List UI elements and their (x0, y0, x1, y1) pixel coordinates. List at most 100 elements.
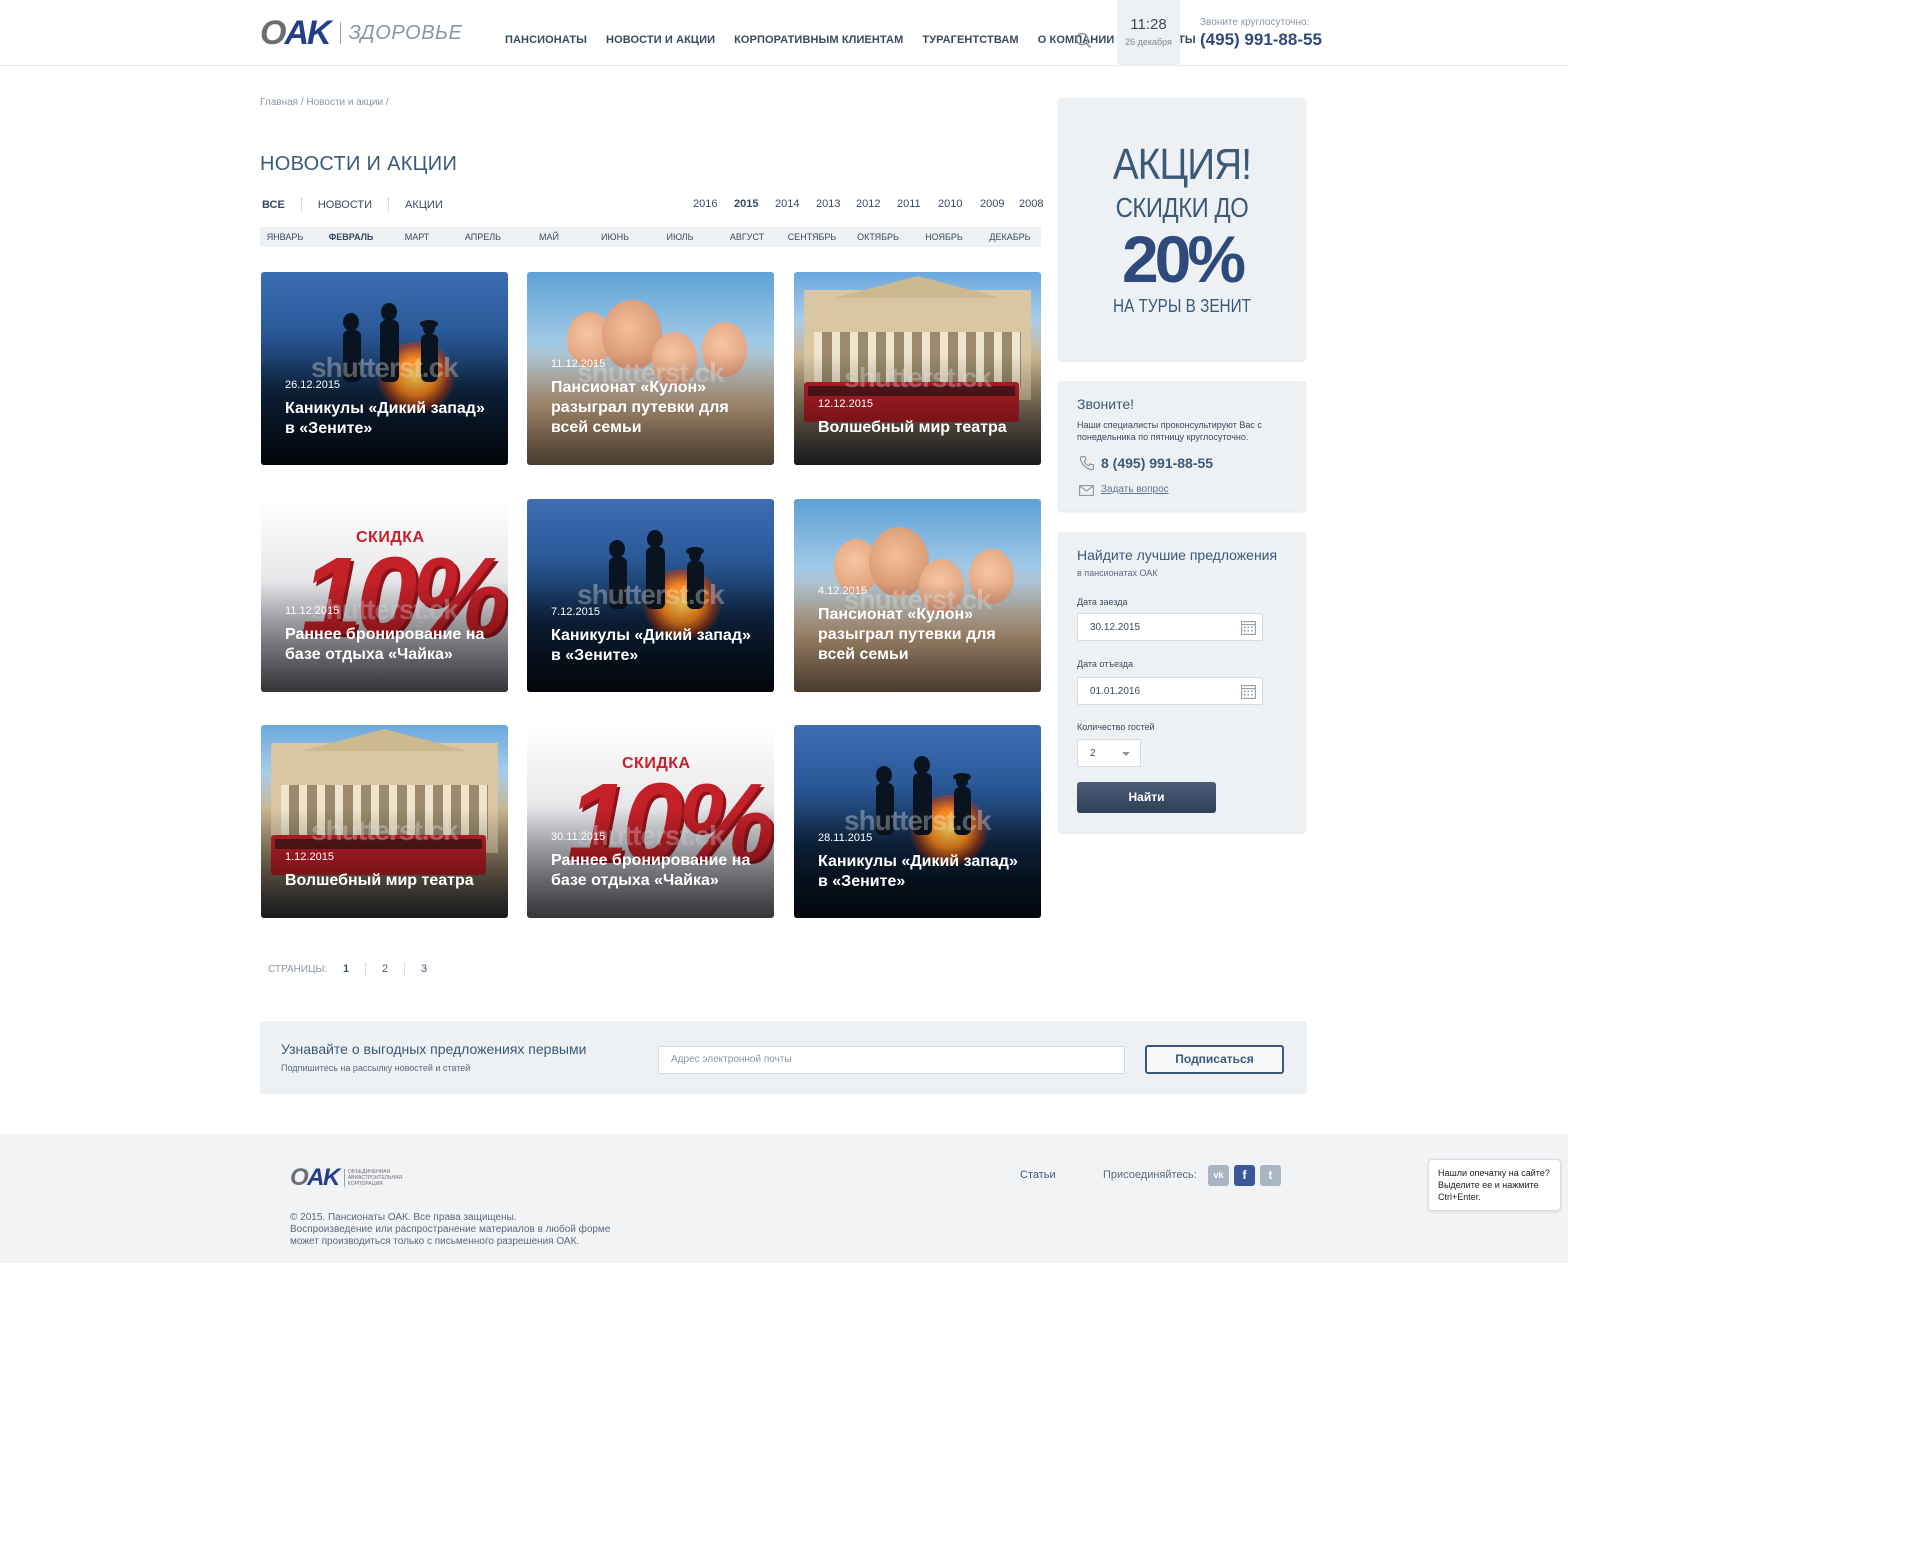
card-title: Каникулы «Дикий запад» в «Зените» (285, 400, 485, 437)
clock-time: 11:28 (1130, 16, 1167, 33)
card-date: 12.12.2015 (818, 398, 874, 410)
footer-logo[interactable]: OAK ОБЪЕДИНЕННАЯ АВИАСТРОИТЕЛЬНАЯ КОРПОРАЦ… (290, 1164, 402, 1192)
mail-icon (1079, 485, 1094, 496)
news-card[interactable]: shutterst.ck4.12.2015Пансионат «Кулон» р… (794, 499, 1041, 692)
nav-item-agencies[interactable]: ТУРАГЕНТСТВАМ (922, 34, 1018, 46)
year-2008[interactable]: 2008 (1019, 198, 1043, 210)
footer-articles-link[interactable]: Статьи (1020, 1169, 1056, 1181)
promo-line-2: СКИДКИ ДО (1115, 192, 1249, 223)
news-card[interactable]: shutterst.ck1.12.2015Волшебный мир театр… (261, 725, 508, 918)
search-icon[interactable] (1075, 32, 1092, 49)
finder-subtext: в пансионатах ОАК (1077, 568, 1158, 578)
nav-item-pansionaty[interactable]: ПАНСИОНАТЫ (505, 34, 587, 46)
subscribe-subtext: Подпишитесь на рассылку новостей и стате… (281, 1063, 471, 1073)
checkin-label: Дата заезда (1077, 597, 1128, 607)
filter-all[interactable]: ВСЕ (262, 199, 285, 211)
checkout-date-field[interactable]: 01.01.2016 (1077, 677, 1263, 705)
ask-question-link[interactable]: Задать вопрос (1101, 484, 1169, 495)
month-oct[interactable]: ОКТЯБРЬ (857, 232, 899, 242)
site-logo[interactable]: OAK ЗДОРОВЬЕ (260, 16, 462, 50)
card-date: 11.12.2015 (551, 358, 606, 370)
vk-icon[interactable]: vk (1208, 1165, 1229, 1186)
card-date: 30.11.2015 (551, 831, 606, 843)
year-2013[interactable]: 2013 (816, 198, 840, 210)
month-aug[interactable]: АВГУСТ (730, 232, 764, 242)
promo-line-4: НА ТУРЫ В ЗЕНИТ (1113, 296, 1251, 316)
page-3[interactable]: 3 (405, 963, 443, 975)
month-mar[interactable]: МАРТ (405, 232, 430, 242)
subscribe-heading: Узнавайте о выгодных предложениях первым… (281, 1041, 587, 1057)
filter-promos[interactable]: АКЦИИ (405, 199, 443, 211)
card-shade (794, 355, 1041, 465)
logo-mark: OAK (260, 14, 332, 52)
year-2010[interactable]: 2010 (938, 198, 962, 210)
year-2014[interactable]: 2014 (775, 198, 799, 210)
year-2009[interactable]: 2009 (980, 198, 1004, 210)
calendar-icon[interactable] (1241, 684, 1256, 699)
footer-join-label: Присоединяйтесь: (1103, 1169, 1197, 1181)
year-2011[interactable]: 2011 (897, 198, 921, 210)
find-button[interactable]: Найти (1077, 782, 1216, 813)
news-card[interactable]: shutterst.ck28.11.2015Каникулы «Дикий за… (794, 725, 1041, 918)
month-jun[interactable]: ИЮНЬ (601, 232, 629, 242)
twitter-icon[interactable]: t (1260, 1165, 1281, 1186)
card-title: Раннее бронирование на базе отдыха «Чайк… (285, 626, 485, 663)
callbox-text: Наши специалисты проконсультируют Вас с … (1077, 420, 1262, 442)
news-card[interactable]: СКИДКА10%shutterst.ck11.12.2015Раннее бр… (261, 499, 508, 692)
guests-select[interactable]: 2 (1077, 739, 1141, 767)
month-jan[interactable]: ЯНВАРЬ (267, 232, 304, 242)
news-card[interactable]: shutterst.ck11.12.2015Пансионат «Кулон» … (527, 272, 774, 465)
email-input[interactable]: Адрес электронной почты (658, 1046, 1125, 1074)
nav-item-corporate[interactable]: КОРПОРАТИВНЫМ КЛИЕНТАМ (734, 34, 903, 46)
card-title: Каникулы «Дикий запад» в «Зените» (818, 853, 1018, 890)
card-title: Пансионат «Кулон» разыграл путевки для в… (818, 606, 996, 663)
card-date: 11.12.2015 (285, 605, 340, 617)
nav-item-news[interactable]: НОВОСТИ И АКЦИИ (606, 34, 715, 46)
news-card[interactable]: shutterst.ck26.12.2015Каникулы «Дикий за… (261, 272, 508, 465)
card-date: 28.11.2015 (818, 832, 873, 844)
card-date: 7.12.2015 (551, 606, 600, 618)
year-2012[interactable]: 2012 (856, 198, 880, 210)
filter-divider (300, 198, 302, 212)
card-title: Пансионат «Кулон» разыграл путевки для в… (551, 379, 729, 436)
checkin-value: 30.12.2015 (1090, 622, 1141, 633)
callbox-phone[interactable]: 8 (495) 991-88-55 (1101, 455, 1213, 471)
guests-value: 2 (1090, 748, 1096, 759)
subscribe-button[interactable]: Подписаться (1145, 1045, 1284, 1074)
footer-copyright: © 2015. Пансионаты ОАК. Все права защище… (290, 1212, 611, 1247)
header-phone[interactable]: (495) 991-88-55 (1200, 30, 1322, 50)
search-offers-form: Найдите лучшие предложения в пансионатах… (1058, 532, 1306, 832)
filter-news[interactable]: НОВОСТИ (318, 199, 372, 211)
news-card[interactable]: СКИДКА10%shutterst.ck30.11.2015Раннее бр… (527, 725, 774, 918)
filter-divider (388, 198, 390, 212)
card-title: Каникулы «Дикий запад» в «Зените» (551, 627, 751, 664)
checkin-date-field[interactable]: 30.12.2015 (1077, 613, 1263, 641)
type-filter: ВСЕ НОВОСТИ АКЦИИ (262, 198, 443, 212)
month-apr[interactable]: АПРЕЛЬ (465, 232, 501, 242)
card-title: Волшебный мир театра (818, 419, 1007, 436)
month-may[interactable]: МАЙ (539, 232, 559, 242)
news-card[interactable]: shutterst.ck7.12.2015Каникулы «Дикий зап… (527, 499, 774, 692)
calendar-icon[interactable] (1241, 620, 1256, 635)
call-label: Звоните круглосуточно: (1200, 17, 1310, 28)
year-2015[interactable]: 2015 (734, 198, 758, 210)
promo-banner[interactable]: АКЦИЯ! СКИДКИ ДО 20% НА ТУРЫ В ЗЕНИТ (1058, 98, 1306, 360)
month-filter: ЯНВАРЬ ФЕВРАЛЬ МАРТ АПРЕЛЬ МАЙ ИЮНЬ ИЮЛЬ… (260, 227, 1041, 247)
news-card[interactable]: shutterst.ck12.12.2015Волшебный мир теат… (794, 272, 1041, 465)
page-2[interactable]: 2 (366, 963, 404, 975)
breadcrumb[interactable]: Главная / Новости и акции / (260, 97, 389, 108)
month-dec[interactable]: ДЕКАБРЬ (989, 232, 1030, 242)
theatre-roof (834, 276, 1001, 298)
promo-line-3: 20% (1121, 222, 1246, 296)
page-1[interactable]: 1 (327, 963, 365, 975)
month-nov[interactable]: НОЯБРЬ (925, 232, 963, 242)
subscribe-panel: Узнавайте о выгодных предложениях первым… (260, 1021, 1307, 1094)
month-feb[interactable]: ФЕВРАЛЬ (329, 232, 374, 242)
month-jul[interactable]: ИЮЛЬ (667, 232, 694, 242)
card-title: Раннее бронирование на базе отдыха «Чайк… (551, 852, 751, 889)
main-nav: ПАНСИОНАТЫ НОВОСТИ И АКЦИИ КОРПОРАТИВНЫМ… (505, 34, 1215, 46)
month-sep[interactable]: СЕНТЯБРЬ (788, 232, 837, 242)
facebook-icon[interactable]: f (1234, 1165, 1255, 1186)
promo-line-1: АКЦИЯ! (1112, 140, 1252, 189)
year-2016[interactable]: 2016 (693, 198, 717, 210)
